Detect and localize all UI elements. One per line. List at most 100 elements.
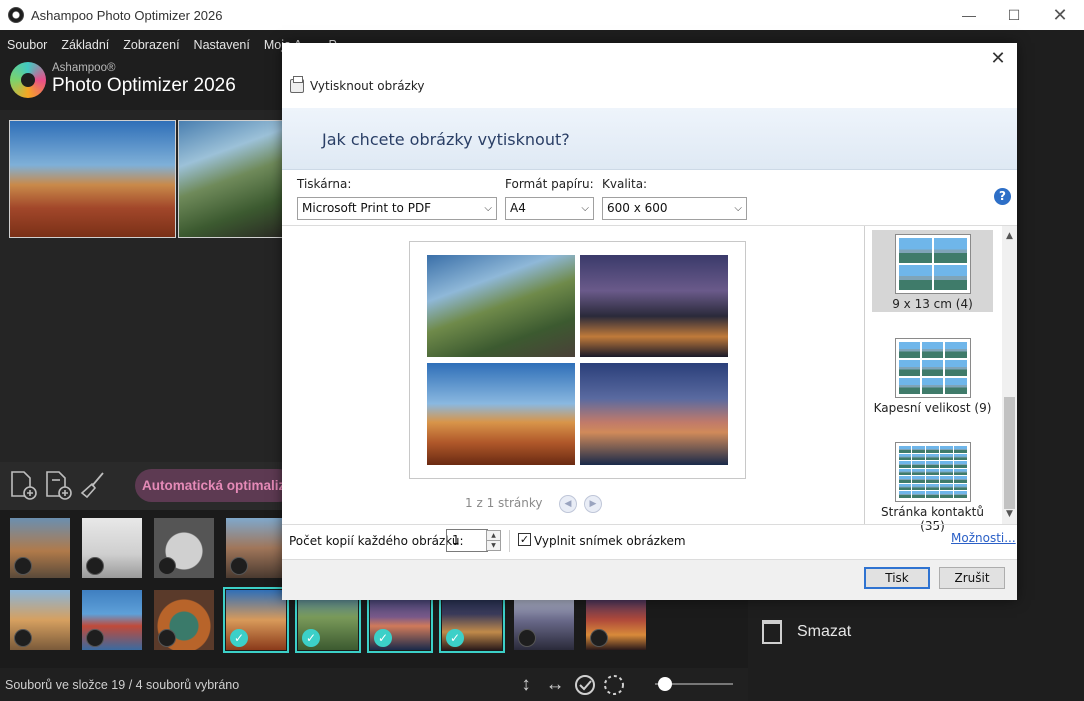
delete-action[interactable]: Smazat bbox=[762, 620, 851, 644]
print-button[interactable]: Tisk bbox=[864, 567, 930, 589]
thumbnail[interactable] bbox=[82, 590, 142, 650]
select-circle[interactable] bbox=[518, 629, 536, 647]
printer-value: Microsoft Print to PDF bbox=[302, 201, 432, 215]
chevron-down-icon: ⌵ bbox=[484, 203, 492, 214]
horizontal-arrows-icon[interactable]: ↔ bbox=[543, 673, 567, 697]
layout-list: 9 x 13 cm (4) Kapesní velikost (9) Strán… bbox=[864, 226, 1017, 533]
title-bar: Ashampoo Photo Optimizer 2026 — ☐ ✕ bbox=[0, 0, 1084, 30]
layout-label: Kapesní velikost (9) bbox=[873, 401, 992, 415]
selected-check-icon[interactable]: ✓ bbox=[374, 629, 392, 647]
thumbnail[interactable]: ✓ bbox=[223, 587, 289, 653]
dialog-close-icon[interactable]: ✕ bbox=[989, 49, 1007, 67]
select-all-icon[interactable] bbox=[573, 673, 597, 697]
printer-icon bbox=[290, 76, 304, 93]
paper-label: Formát papíru: bbox=[505, 177, 594, 191]
menu-basic[interactable]: Základní bbox=[61, 38, 109, 52]
maximize-button[interactable]: ☐ bbox=[991, 0, 1037, 30]
page-preview bbox=[409, 241, 746, 479]
preview-photo-city bbox=[580, 255, 728, 357]
cancel-button[interactable]: Zrušit bbox=[939, 567, 1005, 589]
dialog-title: Vytisknout obrázky bbox=[310, 79, 425, 93]
options-link[interactable]: Možnosti... bbox=[951, 531, 1016, 545]
select-circle[interactable] bbox=[158, 557, 176, 575]
scroll-up-icon[interactable]: ▲ bbox=[1002, 229, 1017, 243]
dialog-question: Jak chcete obrázky vytisknout? bbox=[322, 130, 570, 149]
menu-file[interactable]: Soubor bbox=[7, 38, 47, 52]
thumbnail[interactable] bbox=[226, 518, 282, 578]
scroll-down-icon[interactable]: ▼ bbox=[1002, 507, 1017, 521]
layout-thumbnail bbox=[894, 338, 971, 398]
quality-select[interactable]: 600 x 600 ⌵ bbox=[602, 197, 747, 220]
printer-label: Tiskárna: bbox=[297, 177, 352, 191]
selected-check-icon[interactable]: ✓ bbox=[302, 629, 320, 647]
paper-select[interactable]: A4 ⌵ bbox=[505, 197, 594, 220]
logo-brand: Ashampoo® bbox=[52, 62, 116, 74]
fill-label: Vyplnit snímek obrázkem bbox=[534, 534, 686, 548]
app-logo: Ashampoo® Photo Optimizer 2026 bbox=[10, 62, 236, 98]
layout-label: Stránka kontaktů (35) bbox=[881, 505, 984, 533]
paper-value: A4 bbox=[510, 201, 526, 215]
zoom-slider-knob[interactable] bbox=[658, 677, 672, 691]
deselect-all-icon[interactable] bbox=[602, 673, 626, 697]
vertical-arrows-icon[interactable]: ↕ bbox=[514, 673, 538, 697]
select-circle[interactable] bbox=[590, 629, 608, 647]
delete-label: Smazat bbox=[797, 623, 852, 640]
thumbnail[interactable] bbox=[82, 518, 142, 578]
window-title: Ashampoo Photo Optimizer 2026 bbox=[31, 7, 223, 23]
chevron-down-icon: ⌵ bbox=[581, 203, 589, 214]
select-circle[interactable] bbox=[86, 557, 104, 575]
selected-check-icon[interactable]: ✓ bbox=[446, 629, 464, 647]
add-file-icon[interactable] bbox=[9, 470, 37, 500]
quality-value: 600 x 600 bbox=[607, 201, 668, 215]
logo-product: Photo Optimizer 2026 bbox=[52, 75, 236, 96]
preview-photo-bridge bbox=[580, 363, 728, 465]
spin-down-icon[interactable]: ▼ bbox=[486, 540, 501, 551]
scrollbar-thumb[interactable] bbox=[1004, 397, 1015, 509]
select-circle[interactable] bbox=[86, 629, 104, 647]
layout-thumbnail bbox=[894, 234, 971, 294]
select-circle[interactable] bbox=[230, 557, 248, 575]
fill-checkbox[interactable]: ✓ bbox=[518, 533, 531, 546]
minimize-button[interactable]: — bbox=[946, 0, 992, 30]
layout-option-pocket[interactable]: Kapesní velikost (9) bbox=[872, 334, 993, 416]
preview-photo-desert bbox=[427, 363, 575, 465]
preview-photo-truck bbox=[427, 255, 575, 357]
thumbnail[interactable] bbox=[10, 590, 70, 650]
menu-settings[interactable]: Nastavení bbox=[194, 38, 250, 52]
auto-optimize-button[interactable]: Automatická optimaliz bbox=[135, 469, 295, 502]
add-folder-icon[interactable] bbox=[44, 470, 72, 500]
print-dialog: ✕ Vytisknout obrázky Jak chcete obrázky … bbox=[282, 43, 1017, 600]
selected-check-icon[interactable]: ✓ bbox=[230, 629, 248, 647]
copies-label: Počet kopií každého obrázku: bbox=[289, 534, 464, 548]
divider bbox=[282, 524, 1017, 525]
layout-option-9x13[interactable]: 9 x 13 cm (4) bbox=[872, 230, 993, 312]
layout-thumbnail bbox=[894, 442, 971, 502]
help-icon[interactable]: ? bbox=[994, 188, 1011, 205]
next-page-icon[interactable]: ▶ bbox=[584, 495, 602, 513]
close-window-button[interactable]: ✕ bbox=[1037, 0, 1083, 30]
page-info: 1 z 1 stránky bbox=[465, 496, 543, 510]
chevron-down-icon: ⌵ bbox=[734, 203, 742, 214]
preview-image-truck[interactable] bbox=[178, 120, 282, 238]
app-icon bbox=[8, 7, 24, 23]
printer-select[interactable]: Microsoft Print to PDF ⌵ bbox=[297, 197, 497, 220]
thumbnail[interactable] bbox=[10, 518, 70, 578]
preview-image-desert[interactable] bbox=[9, 120, 176, 238]
status-text: Souborů ve složce 19 / 4 souborů vybráno bbox=[5, 678, 240, 692]
right-action-panel bbox=[748, 600, 1084, 701]
select-circle[interactable] bbox=[158, 629, 176, 647]
previous-page-icon[interactable]: ◀ bbox=[559, 495, 577, 513]
thumbnail[interactable] bbox=[154, 518, 214, 578]
ashampoo-swirl-icon bbox=[10, 62, 46, 98]
divider bbox=[509, 530, 510, 552]
copies-input[interactable]: 1 bbox=[446, 529, 488, 552]
select-circle[interactable] bbox=[14, 629, 32, 647]
clean-brush-icon[interactable] bbox=[79, 470, 107, 500]
layout-option-contact-sheet[interactable]: Stránka kontaktů (35) bbox=[872, 438, 993, 533]
quality-label: Kvalita: bbox=[602, 177, 648, 191]
layout-label: 9 x 13 cm (4) bbox=[892, 297, 973, 311]
select-circle[interactable] bbox=[14, 557, 32, 575]
menu-view[interactable]: Zobrazení bbox=[123, 38, 179, 52]
trash-icon bbox=[762, 620, 782, 644]
thumbnail[interactable] bbox=[154, 590, 214, 650]
